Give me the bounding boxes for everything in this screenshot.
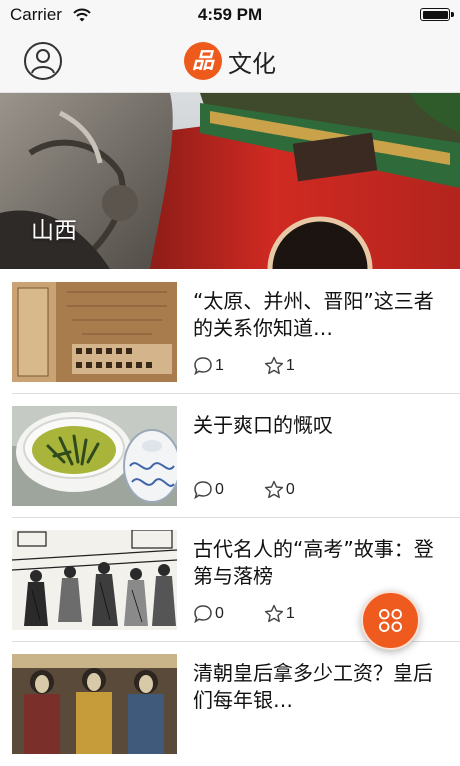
comment-bubble-icon	[194, 605, 212, 624]
brand: 品 文化	[184, 42, 276, 80]
nav-bar: 品 文化	[0, 30, 460, 93]
comment-count[interactable]: 0	[193, 480, 224, 500]
article-thumbnail	[12, 282, 177, 382]
brand-logo-glyph: 品	[191, 48, 214, 74]
comment-count-value: 0	[215, 605, 224, 622]
star-outline-icon	[264, 604, 284, 623]
list-item[interactable]: 清朝皇后拿多少工资？皇后们每年银…	[0, 642, 460, 766]
article-thumbnail	[12, 406, 177, 506]
menu-fab[interactable]	[361, 591, 420, 650]
comment-count-value: 1	[215, 357, 224, 374]
comment-bubble-icon	[194, 357, 212, 376]
star-outline-icon	[264, 480, 284, 499]
status-bar: Carrier 4:59 PM	[0, 0, 460, 30]
comment-count-value: 0	[215, 481, 224, 498]
banner-label: 山西	[31, 218, 77, 244]
page-title: 文化	[228, 49, 276, 78]
article-meta: 0 1	[193, 604, 295, 624]
article-title: 古代名人的“高考”故事：登第与落榜	[193, 537, 434, 588]
like-count[interactable]: 1	[264, 604, 295, 624]
clock: 4:59 PM	[197, 5, 263, 24]
battery-icon	[420, 8, 454, 21]
like-count[interactable]: 0	[264, 480, 295, 500]
profile-icon[interactable]	[23, 41, 63, 81]
article-meta: 1 1	[193, 356, 295, 376]
like-count-value: 0	[285, 481, 295, 498]
article-title: “太原、并州、晋阳”这三者的关系你知道…	[193, 289, 434, 340]
like-count-value: 1	[285, 605, 295, 622]
article-title: 清朝皇后拿多少工资？皇后们每年银…	[193, 661, 433, 712]
article-thumbnail	[12, 654, 177, 754]
comment-bubble-icon	[194, 481, 212, 500]
brand-logo: 品	[184, 42, 222, 80]
article-title: 关于爽口的慨叹	[193, 413, 333, 437]
like-count-value: 1	[285, 357, 295, 374]
star-outline-icon	[264, 356, 284, 375]
comment-count[interactable]: 0	[193, 604, 224, 624]
grid-menu-icon	[378, 608, 403, 633]
list-item[interactable]: “太原、并州、晋阳”这三者的关系你知道… 1 1	[0, 270, 460, 394]
article-meta: 0 0	[193, 480, 295, 500]
article-thumbnail	[12, 530, 177, 630]
banner[interactable]: 山西	[0, 93, 460, 269]
like-count[interactable]: 1	[264, 356, 295, 376]
comment-count[interactable]: 1	[193, 356, 224, 376]
list-item[interactable]: 关于爽口的慨叹 0 0	[0, 394, 460, 518]
